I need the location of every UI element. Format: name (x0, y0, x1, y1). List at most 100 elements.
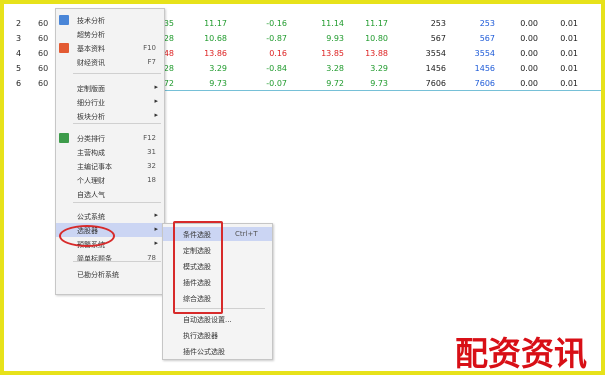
stock-code: 60 (38, 34, 49, 43)
table-cell: 3.29 (209, 64, 227, 73)
table-cell: -0.87 (266, 34, 287, 43)
table-cell: 11.14 (321, 19, 344, 28)
table-cell: 11.17 (365, 19, 388, 28)
menu-item-label: 已勘分析系统 (77, 271, 119, 279)
menu-item-shortcut: 31 (147, 148, 156, 156)
table-cell: 1456 (474, 64, 495, 73)
table-cell: 9.73 (370, 79, 388, 88)
table-cell: 3.29 (370, 64, 388, 73)
submenu-item[interactable]: 插件公式选股 (163, 344, 272, 358)
menu-item-shortcut: F10 (143, 44, 156, 52)
table-cell: 0.00 (520, 64, 538, 73)
menu-item[interactable]: 个人理财 18 (56, 173, 164, 187)
submenu-item-label: 执行选股器 (183, 332, 218, 340)
menu-item[interactable]: 自选人气 (56, 187, 164, 201)
submenu-arrow-icon: ▸ (154, 97, 158, 105)
menu-item[interactable]: 主编记事本 32 (56, 159, 164, 173)
row-index: 2 (16, 19, 22, 28)
table-cell: 10.68 (204, 34, 227, 43)
menu-item[interactable]: 板块分析 ▸ (56, 109, 164, 123)
rank-icon (59, 133, 69, 143)
submenu-item-shortcut: Ctrl+T (235, 230, 258, 238)
watermark-text: 配资资讯 (455, 334, 587, 373)
table-cell: 0.16 (269, 49, 287, 58)
menu-item[interactable]: 超势分析 (56, 27, 164, 41)
table-cell: 13.86 (204, 49, 227, 58)
row-index: 6 (16, 79, 22, 88)
submenu-item-label: 插件公式选股 (183, 348, 225, 356)
table-cell: 0.00 (520, 19, 538, 28)
menu-item-label: 板块分析 (77, 113, 105, 121)
table-cell: -0.84 (266, 64, 287, 73)
table-cell: 567 (479, 34, 495, 43)
table-cell: -0.07 (266, 79, 287, 88)
table-cell: 3554 (474, 49, 495, 58)
menu-item[interactable]: 细分行业 ▸ (56, 95, 164, 109)
menu-item-label: 财经资讯 (77, 59, 105, 67)
menu-item-shortcut: F7 (147, 58, 156, 66)
table-cell: 0.01 (560, 49, 578, 58)
submenu-arrow-icon: ▸ (154, 239, 158, 247)
table-cell: 13.85 (321, 49, 344, 58)
menu-separator (73, 261, 161, 262)
table-cell: 3.28 (326, 64, 344, 73)
row-index: 4 (16, 49, 22, 58)
table-divider (162, 90, 601, 91)
table-cell: 0.01 (560, 34, 578, 43)
table-cell: 0.01 (560, 79, 578, 88)
menu-separator (73, 73, 161, 74)
menu-item-label: 细分行业 (77, 99, 105, 107)
menu-item-label: 自选人气 (77, 191, 105, 199)
menu-item[interactable]: 已勘分析系统 (56, 267, 164, 281)
menu-item-shortcut: 32 (147, 162, 156, 170)
menu-item-shortcut: 18 (147, 176, 156, 184)
table-cell: 13.88 (365, 49, 388, 58)
stock-code: 60 (38, 79, 49, 88)
annotation-rectangle (173, 221, 223, 314)
menu-item[interactable]: 主营构成 31 (56, 145, 164, 159)
menu-item-shortcut: F12 (143, 134, 156, 142)
submenu-item[interactable]: 执行选股器 (163, 328, 272, 342)
menu-item-label: 技术分析 (77, 17, 105, 25)
menu-item[interactable]: 简单标题条 78 (56, 251, 164, 265)
table-cell: 7606 (474, 79, 495, 88)
table-cell: 253 (430, 19, 446, 28)
submenu-arrow-icon: ▸ (154, 225, 158, 233)
menu-item[interactable]: 财经资讯 F7 (56, 55, 164, 69)
menu-item[interactable]: 公式系统 ▸ (56, 209, 164, 223)
menu-item-label: 主营构成 (77, 149, 105, 157)
menu-item-label: 主编记事本 (77, 163, 112, 171)
submenu-arrow-icon: ▸ (154, 111, 158, 119)
table-cell: 10.80 (365, 34, 388, 43)
table-cell: 9.73 (209, 79, 227, 88)
menu-item-label: 公式系统 (77, 213, 105, 221)
table-cell: 0.00 (520, 79, 538, 88)
table-cell: -0.16 (266, 19, 287, 28)
context-menu: 技术分析超势分析基本资料 F10 财经资讯 F7 定制版面 ▸ 细分行业 ▸ 板块分析 ▸ 分类排行… (55, 8, 165, 295)
annotation-ellipse (59, 225, 115, 247)
menu-item[interactable]: 技术分析 (56, 13, 164, 27)
chart-icon (59, 15, 69, 25)
submenu-arrow-icon: ▸ (154, 211, 158, 219)
menu-separator (73, 123, 161, 124)
submenu-item[interactable]: 自动选股设置... (163, 312, 272, 326)
table-cell: 0.00 (520, 49, 538, 58)
menu-separator (73, 202, 161, 203)
menu-item[interactable]: 定制版面 ▸ (56, 81, 164, 95)
menu-item[interactable]: 分类排行 F12 (56, 131, 164, 145)
menu-item-label: 简单标题条 (77, 255, 112, 263)
menu-item-label: 分类排行 (77, 135, 105, 143)
table-cell: 253 (479, 19, 495, 28)
info-icon (59, 43, 69, 53)
submenu-arrow-icon: ▸ (154, 83, 158, 91)
table-cell: 1456 (425, 64, 446, 73)
stock-code: 60 (38, 19, 49, 28)
table-cell: 0.01 (560, 64, 578, 73)
menu-item[interactable]: 基本资料 F10 (56, 41, 164, 55)
row-index: 3 (16, 34, 22, 43)
table-cell: 567 (430, 34, 446, 43)
table-cell: 0.00 (520, 34, 538, 43)
table-cell: 3554 (425, 49, 446, 58)
menu-item-label: 定制版面 (77, 85, 105, 93)
menu-item-label: 基本资料 (77, 45, 105, 53)
